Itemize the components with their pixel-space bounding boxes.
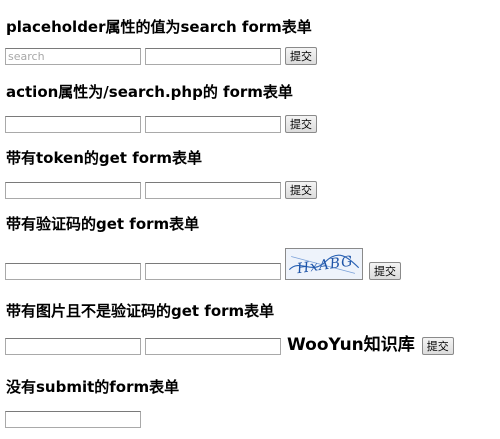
- section-heading-action: action属性为/search.php的 form表单: [6, 83, 293, 101]
- text-input-2[interactable]: [145, 116, 281, 133]
- section-heading-no-submit: 没有submit的form表单: [6, 378, 180, 396]
- text-input-1[interactable]: [5, 411, 141, 428]
- text-input-1[interactable]: [5, 338, 141, 355]
- wooyun-logo-image: WooYun知识库: [287, 335, 415, 355]
- search-input[interactable]: [5, 48, 141, 65]
- text-input-1[interactable]: [5, 182, 141, 199]
- section-heading-captcha: 带有验证码的get form表单: [6, 215, 200, 233]
- section-heading-image: 带有图片且不是验证码的get form表单: [6, 302, 275, 320]
- form-image-get: WooYun知识库 提交: [5, 335, 454, 355]
- section-heading-placeholder: placeholder属性的值为search form表单: [6, 18, 312, 36]
- submit-button[interactable]: 提交: [285, 115, 317, 133]
- form-token-get: 提交: [5, 181, 317, 199]
- captcha-image: HxABG: [285, 248, 363, 280]
- text-input-2[interactable]: [145, 48, 281, 65]
- submit-button[interactable]: 提交: [285, 47, 317, 65]
- section-heading-token: 带有token的get form表单: [6, 149, 203, 167]
- text-input-1[interactable]: [5, 263, 141, 280]
- form-captcha-get: HxABG 提交: [5, 248, 401, 280]
- text-input-2[interactable]: [145, 263, 281, 280]
- submit-button[interactable]: 提交: [369, 262, 401, 280]
- form-placeholder-search: 提交: [5, 47, 317, 65]
- submit-button[interactable]: 提交: [285, 181, 317, 199]
- submit-button[interactable]: 提交: [421, 337, 454, 355]
- text-input-2[interactable]: [145, 338, 281, 355]
- text-input-2[interactable]: [145, 182, 281, 199]
- form-action-search-php: 提交: [5, 115, 317, 133]
- text-input-1[interactable]: [5, 116, 141, 133]
- form-no-submit: [5, 411, 145, 428]
